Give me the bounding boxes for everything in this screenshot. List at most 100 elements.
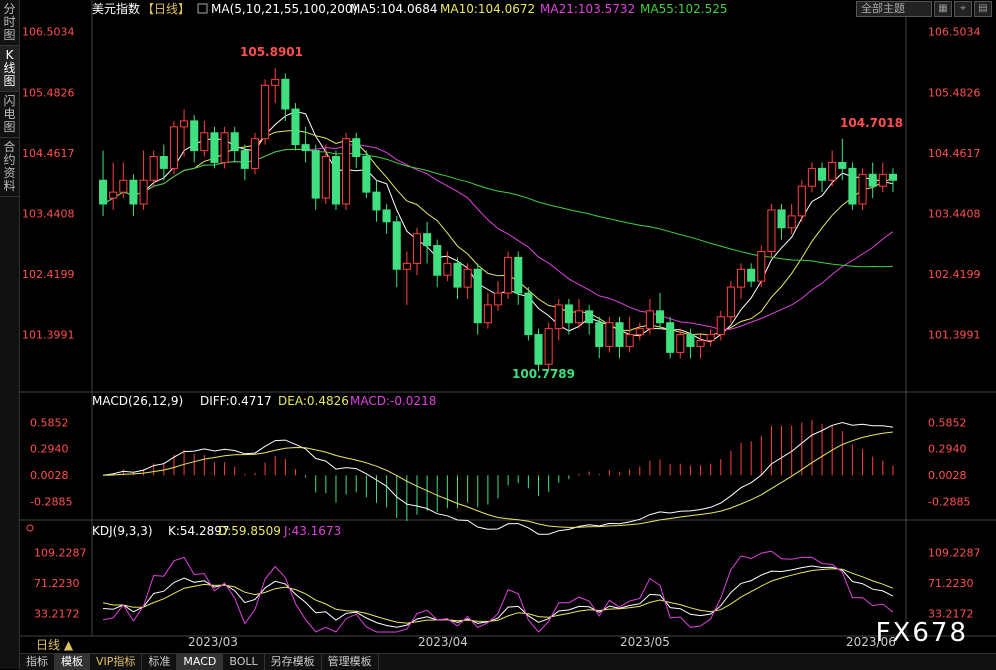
candle-body [838,161,847,169]
date-label: 2023/04 [418,635,468,649]
kdj-tick-label: 71.2230 [34,577,80,590]
price-tick-label: 102.4199 [928,268,981,281]
candle-body [271,78,280,86]
candle-body [777,209,786,229]
price-tick-label: 101.3991 [22,329,75,342]
period-label[interactable]: 日线 ▲ [36,636,73,653]
kdj-k-line [103,565,894,628]
candle-body [787,215,796,229]
macd-tick-label: 0.5852 [30,416,69,429]
candle-body [747,268,756,282]
ma55-value: MA55:102.525 [640,2,728,16]
macd-diff: DIFF:0.4717 [200,394,272,408]
settings-icon[interactable]: ▤ [974,1,992,17]
candle-body [149,156,158,181]
candle-body [716,316,725,336]
tab-macd[interactable]: MACD [177,654,224,670]
candle-body [686,334,695,347]
price-tick-label: 105.4826 [928,86,981,99]
candle-body [504,256,513,294]
candle-body [220,132,229,163]
candle-body [109,191,118,199]
theme-select[interactable]: 全部主题 [856,1,932,17]
candle-body [625,334,634,347]
grid-icon[interactable]: ▦ [934,1,952,17]
candle-body [99,179,108,205]
price-tick-label: 103.4408 [22,207,75,220]
macd-tick-label: 0.0028 [928,469,967,482]
sidebar-item-kline[interactable]: K线图 [0,46,19,92]
date-axis: 2023/03 2023/04 2023/05 2023/06 [188,635,896,649]
candle-body [574,310,584,324]
kline-chart[interactable]: 美元指数 【日线】 MA(5,10,21,55,100,200) MA5:104… [20,0,996,653]
candle-body [240,150,249,169]
ma-title: MA(5,10,21,55,100,200) [211,2,357,16]
bottom-tabs: 指标 模板 VIP指标 标准 MACD BOLL 另存模板 管理模板 [20,653,996,670]
candle-body [190,120,199,152]
candle-body [402,262,411,270]
kdj-axis: 109.2287 109.228771.2230 71.223033.2172 33.… [34,547,981,621]
kdj-tick-label: 109.2287 [34,547,87,560]
tab-standard[interactable]: 标准 [142,654,178,670]
kdj-lines [102,550,894,633]
price-tick-label: 105.4826 [22,86,75,99]
kdj-tick-label: 33.2172 [34,607,80,620]
low-price-label: 100.7789 [512,367,575,381]
price-tick-label: 103.4408 [928,207,981,220]
top-toolbar: 全部主题 ▦ ⌖ ▤ [856,1,992,17]
legend-box-icon [197,3,208,14]
price-tick-label: 104.4617 [928,147,981,160]
pin-icon[interactable]: ⌖ [954,1,972,17]
candle-body [493,292,503,306]
candle-body [595,322,604,347]
candle-body [544,328,553,365]
candle-body [605,322,614,347]
tab-manage-templates[interactable]: 管理模板 [322,654,379,670]
candle-body [261,84,270,140]
candle-body [888,173,897,181]
date-label: 2023/05 [620,635,670,649]
high-price-label: 105.8901 [240,45,303,59]
macd-axis: 0.5852 0.5852 0.2940 0.2940 0.0028 0.0028 -0.2… [30,416,970,508]
tab-templates[interactable]: 模板 [55,654,90,670]
ma5-value: MA5:104.0684 [350,2,438,16]
price-tick-label: 106.5034 [928,26,981,39]
price-tick-label: 101.3991 [928,329,981,342]
sidebar-item-flash[interactable]: 闪电图 [0,92,19,138]
candle-body [433,245,442,276]
sidebar-item-timeshare[interactable]: 分时图 [0,0,19,46]
candle-body [321,156,330,199]
candle-body [797,185,806,217]
chart-app: 分时图 K线图 闪电图 合约资料 美元指数 【日线】 MA(5,10,21,55… [0,0,996,670]
candle-body [736,268,746,288]
candle-body [514,256,523,294]
tab-save-template[interactable]: 另存模板 [265,654,322,670]
candle-body [807,167,816,187]
candle-body [868,173,877,187]
candle-body [291,108,300,146]
candle-body [423,233,432,247]
candle-body [818,167,827,181]
macd-tick-label: -0.2885 [928,495,970,508]
candle-body [676,334,685,353]
candle-body [635,328,644,336]
candle-body [412,233,422,264]
macd-tick-label: 0.0028 [30,469,69,482]
candle-body [848,167,857,205]
symbol-name: 美元指数 [92,1,140,16]
kdj-d-line [102,568,894,624]
settings-icon[interactable] [26,524,34,532]
candle-body [180,120,189,128]
tab-vip-indicators[interactable]: VIP指标 [90,654,143,670]
view-sidebar: 分时图 K线图 闪电图 合约资料 [0,0,20,669]
candle-body [139,179,148,205]
date-label: 2023/03 [188,635,238,649]
sidebar-item-contract-info[interactable]: 合约资料 [0,138,19,197]
tab-indicators[interactable]: 指标 [20,654,55,670]
candle-body [382,209,391,223]
candle-body [129,179,138,205]
tab-boll[interactable]: BOLL [223,654,265,670]
candle-body [210,132,219,163]
candle-body [301,144,310,152]
candle-body [200,132,209,152]
